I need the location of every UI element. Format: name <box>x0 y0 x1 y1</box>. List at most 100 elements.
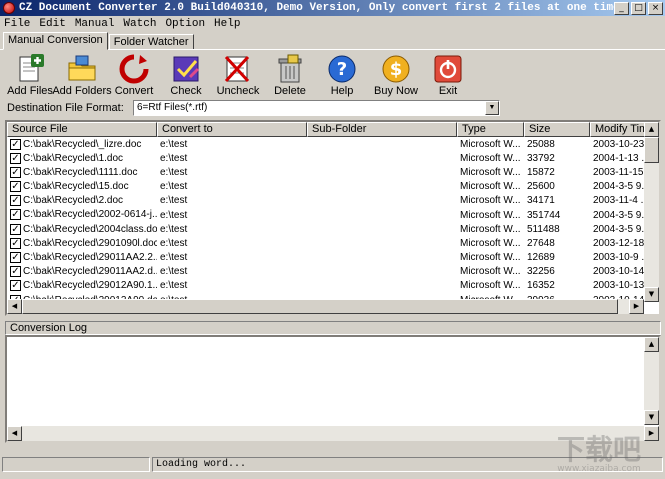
exit-button[interactable]: Exit <box>422 53 474 97</box>
log-scroll-up-icon[interactable]: ▲ <box>644 337 659 352</box>
row-checkbox[interactable]: ✓ <box>10 252 21 264</box>
table-row[interactable]: ✓ C:\bak\Recycled\1111.doc e:\test Microsof… <box>7 165 647 179</box>
cell-modify-time: 2004-3-5 9... <box>593 209 647 221</box>
minimize-button[interactable]: _ <box>614 1 629 15</box>
cell-convert-to: e:\test <box>160 181 188 193</box>
conversion-log-area[interactable]: ▲ ▼ ◀ ▶ <box>5 335 661 443</box>
column-convert-to[interactable]: Convert to <box>157 122 307 137</box>
scroll-thumb[interactable] <box>644 137 659 163</box>
table-row[interactable]: ✓ C:\bak\Recycled\15.doc e:\test Microsoft … <box>7 180 647 194</box>
log-scroll-down-icon[interactable]: ▼ <box>644 410 659 425</box>
buy-now-icon: $ <box>382 55 410 83</box>
check-button[interactable]: Check <box>160 53 212 97</box>
buy-now-button[interactable]: $ Buy Now <box>370 53 422 97</box>
file-list[interactable]: Source File Convert to Sub-Folder Type S… <box>5 120 661 316</box>
cell-modify-time: 2003-11-15 ... <box>593 166 647 178</box>
close-button[interactable]: × <box>648 1 663 15</box>
row-checkbox[interactable]: ✓ <box>10 152 21 164</box>
scroll-up-icon[interactable]: ▲ <box>644 122 659 137</box>
delete-label: Delete <box>274 85 306 97</box>
row-checkbox[interactable]: ✓ <box>10 209 21 221</box>
menu-manual[interactable]: Manual <box>71 18 120 30</box>
cell-convert-to: e:\test <box>160 195 188 207</box>
cell-type: Microsoft W... <box>460 152 521 164</box>
table-row[interactable]: ✓ C:\bak\Recycled\2.doc e:\test Microsoft W… <box>7 194 647 208</box>
cell-source: ✓ C:\bak\Recycled\1111.doc <box>7 166 157 178</box>
scroll-right-icon[interactable]: ▶ <box>629 299 644 314</box>
cell-type: Microsoft W... <box>460 195 521 207</box>
cell-size: 34171 <box>527 195 555 207</box>
row-checkbox[interactable]: ✓ <box>10 280 21 292</box>
row-checkbox[interactable]: ✓ <box>10 166 21 178</box>
menu-file[interactable]: File <box>0 18 35 30</box>
source-file-text: C:\bak\Recycled\15.doc <box>23 181 129 193</box>
table-row[interactable]: ✓ C:\bak\Recycled\_lizre.doc e:\test Micros… <box>7 137 647 151</box>
help-button[interactable]: ? Help <box>316 53 368 97</box>
cell-modify-time: 2004-3-5 9... <box>593 181 647 193</box>
menu-watch[interactable]: Watch <box>119 18 161 30</box>
log-scroll-left-icon[interactable]: ◀ <box>7 426 22 441</box>
table-row[interactable]: ✓ C:\bak\Recycled\29011AA2.2.... e:\test Mi… <box>7 251 647 265</box>
cell-source: ✓ C:\bak\Recycled\29011AA2.2.... <box>7 252 157 263</box>
file-list-vertical-scrollbar[interactable]: ▲ ▼ <box>644 122 659 302</box>
table-row[interactable]: ✓ C:\bak\Recycled\2002-0614-j.... e:\test M… <box>7 208 647 222</box>
row-checkbox[interactable]: ✓ <box>10 181 21 193</box>
column-type[interactable]: Type <box>457 122 524 137</box>
svg-text:$: $ <box>390 59 403 80</box>
add-files-icon <box>19 54 44 82</box>
cell-convert-to: e:\test <box>160 223 188 235</box>
toolbar: Add Files Add Folders Convert Check Unch… <box>0 49 665 97</box>
table-row[interactable]: ✓ C:\bak\Recycled\29012A90.1.... e:\test Mi… <box>7 279 647 293</box>
uncheck-button[interactable]: Uncheck <box>212 53 264 97</box>
source-file-text: C:\bak\Recycled\2004class.doc <box>23 223 157 235</box>
column-modify-time[interactable]: Modify Time <box>590 122 647 137</box>
log-vertical-scrollbar[interactable]: ▲ ▼ <box>644 337 659 425</box>
site-watermark: 下载吧 www.xiazaiba.com <box>557 433 641 473</box>
row-checkbox[interactable]: ✓ <box>10 237 21 249</box>
table-row[interactable]: ✓ C:\bak\Recycled\29011AA2.d.... e:\test Mi… <box>7 265 647 279</box>
column-sub-folder[interactable]: Sub-Folder <box>307 122 457 137</box>
convert-button[interactable]: Convert <box>108 53 160 97</box>
chevron-down-icon[interactable]: ▼ <box>485 101 499 115</box>
cell-source: ✓ C:\bak\Recycled\29011AA2.d.... <box>7 266 157 277</box>
scroll-left-icon[interactable]: ◀ <box>7 299 22 314</box>
file-list-horizontal-scrollbar[interactable]: ◀ ▶ <box>7 299 644 314</box>
tab-manual-conversion[interactable]: Manual Conversion <box>3 32 108 50</box>
menu-help[interactable]: Help <box>210 18 245 30</box>
cell-convert-to: e:\test <box>160 266 188 278</box>
source-file-text: C:\bak\Recycled\29011AA2.d.... <box>23 266 157 278</box>
row-checkbox[interactable]: ✓ <box>10 223 21 235</box>
table-row[interactable]: ✓ C:\bak\Recycled\2901090l.doc e:\test Micr… <box>7 236 647 250</box>
status-pane-left <box>2 457 150 472</box>
cell-modify-time: 2003-10-14 ... <box>593 266 647 278</box>
cell-source: ✓ C:\bak\Recycled\2002-0614-j.... <box>7 209 157 221</box>
destination-format-label: Destination File Format: <box>7 102 124 114</box>
row-checkbox[interactable]: ✓ <box>10 266 21 278</box>
delete-icon <box>278 54 302 83</box>
cell-type: Microsoft W... <box>460 166 521 178</box>
menu-edit[interactable]: Edit <box>35 18 70 30</box>
table-row[interactable]: ✓ C:\bak\Recycled\2004class.doc e:\test Mic… <box>7 222 647 236</box>
cell-modify-time: 2003-10-9 ... <box>593 252 647 264</box>
row-checkbox[interactable]: ✓ <box>10 138 21 150</box>
column-source-file[interactable]: Source File <box>7 122 157 137</box>
source-file-text: C:\bak\Recycled\2002-0614-j.... <box>23 209 157 221</box>
row-checkbox[interactable]: ✓ <box>10 195 21 207</box>
column-size[interactable]: Size <box>524 122 590 137</box>
menu-option[interactable]: Option <box>161 18 210 30</box>
maximize-button[interactable]: □ <box>631 1 646 15</box>
cell-modify-time: 2003-11-4 ... <box>593 195 647 207</box>
cell-size: 15872 <box>527 166 555 178</box>
add-files-button[interactable]: Add Files <box>4 53 56 97</box>
cell-modify-time: 2004-1-13 ... <box>593 152 647 164</box>
hscroll-thumb[interactable] <box>22 299 618 314</box>
destination-format-select[interactable]: 6=Rtf Files(*.rtf) ▼ <box>133 100 500 116</box>
table-row[interactable]: ✓ C:\bak\Recycled\1.doc e:\test Microsoft W… <box>7 151 647 165</box>
cell-modify-time: 2004-3-5 9... <box>593 223 647 235</box>
tab-folder-watcher[interactable]: Folder Watcher <box>108 34 194 50</box>
cell-size: 351744 <box>527 209 561 221</box>
cell-modify-time: 2003-12-18 ... <box>593 237 647 249</box>
delete-button[interactable]: Delete <box>264 53 316 97</box>
add-folders-button[interactable]: Add Folders <box>52 53 112 97</box>
scroll-down-icon[interactable]: ▼ <box>644 287 659 302</box>
